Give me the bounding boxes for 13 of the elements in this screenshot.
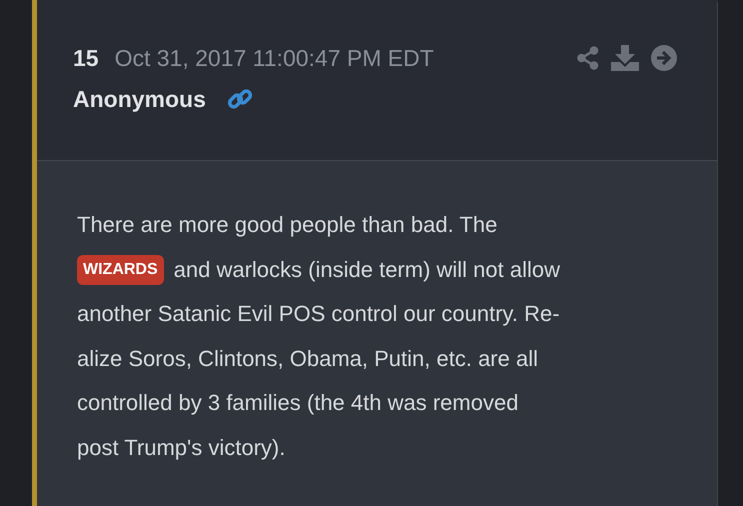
post-text: another Satanic Evil POS control our country. Re- <box>77 300 560 328</box>
post-timestamp: Oct 31, 2017 11:00:47 PM EDT <box>114 44 434 72</box>
download-icon[interactable] <box>611 45 639 71</box>
author-name: Anonymous <box>73 86 206 112</box>
share-icon[interactable] <box>577 46 599 70</box>
highlight-tag: WIZARDS <box>77 254 164 285</box>
post-number: 15 <box>73 44 99 72</box>
post-text: controlled by 3 families (the 4th was removed <box>77 389 518 417</box>
post-text: and warlocks (inside term) will not allow <box>174 256 560 284</box>
arrow-circle-icon[interactable] <box>651 45 677 71</box>
post-text: There are more good people than bad. The <box>77 211 498 239</box>
post-text: post Trump's victory). <box>77 434 286 462</box>
post-text: alize Soros, Clintons, Obama, Putin, etc. are all <box>77 344 538 372</box>
